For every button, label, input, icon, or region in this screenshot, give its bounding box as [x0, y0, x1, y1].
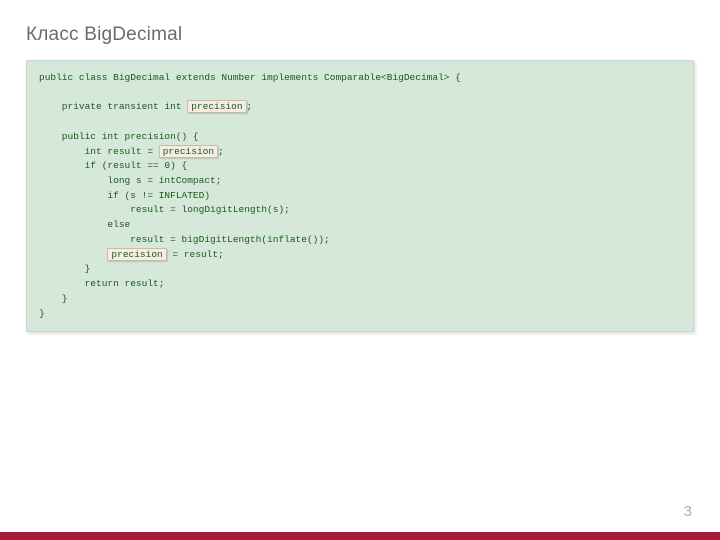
code-line: ; — [247, 101, 253, 112]
code-line: private transient int — [39, 101, 187, 112]
code-line: ; — [218, 146, 224, 157]
code-line: if (result == 0) { — [39, 160, 187, 171]
code-line: long s = intCompact; — [39, 175, 221, 186]
highlight-precision: precision — [107, 248, 166, 261]
code-line: result = longDigitLength(s); — [39, 204, 290, 215]
code-line — [39, 249, 107, 260]
code-line: } — [39, 293, 68, 304]
slide: Класс BigDecimal public class BigDecimal… — [0, 0, 720, 540]
highlight-precision: precision — [159, 145, 218, 158]
code-line: } — [39, 263, 90, 274]
code-line: public int precision() { — [39, 131, 199, 142]
code-line: if (s != INFLATED) — [39, 190, 210, 201]
code-block: public class BigDecimal extends Number i… — [26, 60, 694, 332]
code-line: } — [39, 308, 45, 319]
code-line: result = bigDigitLength(inflate()); — [39, 234, 330, 245]
code-line: else — [39, 219, 130, 230]
page-number: 3 — [684, 503, 692, 520]
code-line: = result; — [167, 249, 224, 260]
highlight-precision: precision — [187, 100, 246, 113]
code-line: public class BigDecimal extends Number i… — [39, 72, 461, 83]
code-line: return result; — [39, 278, 164, 289]
page-title: Класс BigDecimal — [26, 24, 694, 46]
footer-bar — [0, 532, 720, 540]
code-line: int result = — [39, 146, 159, 157]
